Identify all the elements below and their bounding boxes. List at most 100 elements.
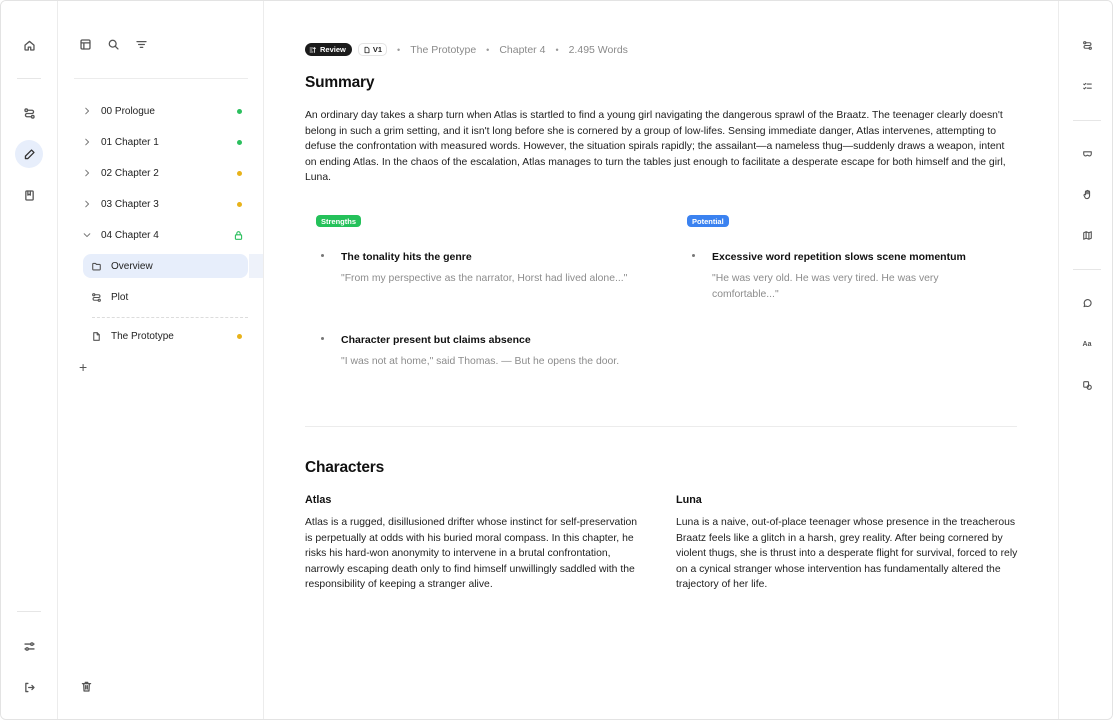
shapes-icon[interactable] bbox=[1080, 378, 1094, 392]
tree-divider bbox=[74, 78, 248, 79]
search-icon[interactable] bbox=[106, 37, 120, 51]
pencil-icon[interactable] bbox=[15, 140, 43, 168]
status-dot bbox=[237, 108, 242, 114]
summary-heading: Summary bbox=[305, 74, 375, 91]
strength-item: The tonality hits the genre "From my per… bbox=[321, 251, 641, 287]
chevron-right-icon[interactable] bbox=[82, 106, 96, 116]
tree-item-label: The Prototype bbox=[111, 330, 174, 342]
meta-separator: • bbox=[397, 44, 401, 55]
meta-separator: • bbox=[486, 44, 490, 55]
branch-icon bbox=[91, 292, 103, 303]
meta-separator: • bbox=[555, 44, 559, 55]
strength-quote: "From my perspective as the narrator, Ho… bbox=[341, 273, 628, 284]
review-icon bbox=[309, 46, 316, 53]
character-name: Atlas bbox=[305, 494, 332, 506]
tree-item-label: 04 Chapter 4 bbox=[101, 229, 159, 241]
strength-title: The tonality hits the genre bbox=[341, 251, 472, 263]
character-name: Luna bbox=[676, 494, 702, 506]
text-size-label: Aa bbox=[1082, 340, 1092, 348]
chevron-right-icon[interactable] bbox=[82, 137, 96, 147]
potential-chip: Potential bbox=[687, 215, 729, 227]
tree-item-chapter-4[interactable]: 04 Chapter 4 bbox=[82, 221, 248, 249]
tree-item-label: 02 Chapter 2 bbox=[101, 167, 159, 179]
branch-icon[interactable] bbox=[1080, 38, 1094, 52]
rail-divider bbox=[1073, 120, 1101, 121]
review-badge[interactable]: Review bbox=[305, 43, 352, 56]
checklist-icon[interactable] bbox=[1080, 79, 1094, 93]
tree-item-the-prototype[interactable]: The Prototype bbox=[91, 323, 248, 349]
rail-divider bbox=[17, 611, 41, 612]
character-card-atlas: Atlas Atlas is a rugged, disillusioned d… bbox=[305, 494, 643, 593]
map-icon[interactable] bbox=[1080, 228, 1094, 242]
strength-item: Character present but claims absence "I … bbox=[321, 334, 641, 370]
layout-icon[interactable] bbox=[78, 37, 92, 51]
version-badge[interactable]: V1 bbox=[357, 43, 388, 56]
rail-divider bbox=[1073, 269, 1101, 270]
sliders-icon[interactable] bbox=[15, 632, 43, 660]
strength-quote: "I was not at home," said Thomas. — But … bbox=[341, 356, 620, 367]
chevron-down-icon[interactable] bbox=[82, 230, 96, 240]
chevron-right-icon[interactable] bbox=[82, 168, 96, 178]
main-content: Review V1 • The Prototype • Chapter 4 • … bbox=[264, 1, 1058, 719]
version-icon bbox=[364, 46, 370, 53]
potential-title: Excessive word repetition slows scene mo… bbox=[712, 251, 966, 263]
review-label: Review bbox=[320, 45, 346, 54]
word-count: 2.495 Words bbox=[568, 43, 628, 56]
tree-item-overview[interactable]: Overview bbox=[83, 254, 248, 278]
potential-item: Excessive word repetition slows scene mo… bbox=[692, 251, 1002, 302]
folder-icon bbox=[91, 261, 103, 272]
chapter-name: Chapter 4 bbox=[499, 43, 546, 56]
character-card-luna: Luna Luna is a naive, out-of-place teena… bbox=[676, 494, 1018, 593]
bullet-dot bbox=[321, 337, 324, 340]
right-rail: Aa bbox=[1058, 1, 1112, 719]
tree-item-label: 03 Chapter 3 bbox=[101, 198, 159, 210]
tree-item-label: Plot bbox=[111, 291, 129, 303]
chevron-right-icon[interactable] bbox=[82, 199, 96, 209]
character-description: Luna is a naive, out-of-place teenager w… bbox=[676, 517, 1018, 590]
trash-icon[interactable] bbox=[80, 680, 93, 693]
potential-quote: "He was very old. He was very tired. He … bbox=[712, 273, 939, 300]
book-title: The Prototype bbox=[410, 43, 477, 56]
tree-item-chapter-3[interactable]: 03 Chapter 3 bbox=[82, 190, 248, 218]
branch-icon[interactable] bbox=[15, 99, 43, 127]
home-icon[interactable] bbox=[15, 31, 43, 59]
mask-icon[interactable] bbox=[1080, 146, 1094, 160]
left-rail bbox=[1, 1, 58, 719]
project-tree-panel: 00 Prologue 01 Chapter 1 02 Chapter 2 03… bbox=[58, 1, 264, 719]
document-meta-bar: Review V1 • The Prototype • Chapter 4 • … bbox=[305, 43, 628, 56]
summary-text: An ordinary day takes a sharp turn when … bbox=[305, 110, 1006, 183]
character-description: Atlas is a rugged, disillusioned drifter… bbox=[305, 517, 638, 590]
add-item-button[interactable]: + bbox=[79, 359, 87, 375]
hand-icon[interactable] bbox=[1080, 187, 1094, 201]
bullet-dot bbox=[321, 254, 324, 257]
document-icon bbox=[91, 331, 103, 342]
strengths-chip: Strengths bbox=[316, 215, 362, 227]
bullet-dot bbox=[692, 254, 695, 257]
status-dot bbox=[237, 201, 242, 207]
tree-item-plot[interactable]: Plot bbox=[83, 285, 248, 309]
selection-indicator bbox=[249, 254, 263, 278]
chat-icon[interactable] bbox=[1080, 296, 1094, 310]
rail-divider bbox=[17, 78, 41, 79]
tree-dashed-divider bbox=[92, 317, 248, 318]
tree-item-chapter-1[interactable]: 01 Chapter 1 bbox=[82, 128, 248, 156]
characters-heading: Characters bbox=[305, 459, 384, 476]
app-window: 00 Prologue 01 Chapter 1 02 Chapter 2 03… bbox=[0, 0, 1113, 720]
tree-item-label: 00 Prologue bbox=[101, 105, 155, 117]
notebook-icon[interactable] bbox=[15, 181, 43, 209]
tree-toolbar bbox=[78, 37, 148, 51]
tree-item-label: Overview bbox=[111, 260, 153, 272]
status-dot bbox=[237, 333, 242, 339]
strength-title: Character present but claims absence bbox=[341, 334, 531, 346]
tree-item-label: 01 Chapter 1 bbox=[101, 136, 159, 148]
tree-item-prologue[interactable]: 00 Prologue bbox=[82, 97, 248, 125]
tree-item-chapter-2[interactable]: 02 Chapter 2 bbox=[82, 159, 248, 187]
text-size-icon[interactable]: Aa bbox=[1080, 337, 1094, 351]
status-dot bbox=[237, 139, 242, 145]
logout-icon[interactable] bbox=[15, 673, 43, 701]
version-label: V1 bbox=[372, 45, 383, 54]
lock-icon bbox=[233, 230, 244, 241]
filter-icon[interactable] bbox=[134, 37, 148, 51]
section-divider bbox=[305, 426, 1017, 427]
status-dot bbox=[237, 170, 242, 176]
